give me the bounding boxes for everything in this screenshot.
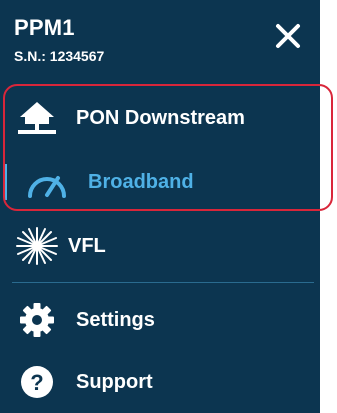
- pon-downstream-icon: [14, 98, 60, 138]
- serial-number: S.N.: 1234567: [14, 48, 105, 64]
- side-menu-panel: PPM1 S.N.: 1234567 PON Downstream Broadb…: [0, 0, 320, 413]
- gauge-icon: [24, 162, 70, 202]
- menu-item-support[interactable]: ? Support: [0, 352, 320, 412]
- active-indicator: [4, 164, 7, 200]
- menu-divider: [12, 282, 314, 283]
- menu-item-label: Settings: [76, 309, 155, 331]
- module-title: PPM1: [14, 15, 75, 40]
- menu-header: PPM1 S.N.: 1234567: [0, 0, 320, 82]
- menu-item-label: PON Downstream: [76, 107, 245, 129]
- menu-item-label: Broadband: [88, 171, 194, 193]
- close-icon: [276, 24, 300, 48]
- menu-item-settings[interactable]: Settings: [0, 290, 320, 350]
- gear-icon: [14, 300, 60, 340]
- menu-item-broadband[interactable]: Broadband: [0, 152, 320, 212]
- menu-item-label: VFL: [68, 235, 106, 257]
- menu-item-label: Support: [76, 371, 153, 393]
- menu-item-pon-downstream[interactable]: PON Downstream: [0, 88, 320, 148]
- laser-burst-icon: [14, 226, 60, 266]
- close-button[interactable]: [272, 20, 304, 52]
- svg-text:?: ?: [30, 370, 43, 395]
- help-icon: ?: [14, 362, 60, 402]
- menu-item-vfl[interactable]: VFL: [0, 216, 320, 276]
